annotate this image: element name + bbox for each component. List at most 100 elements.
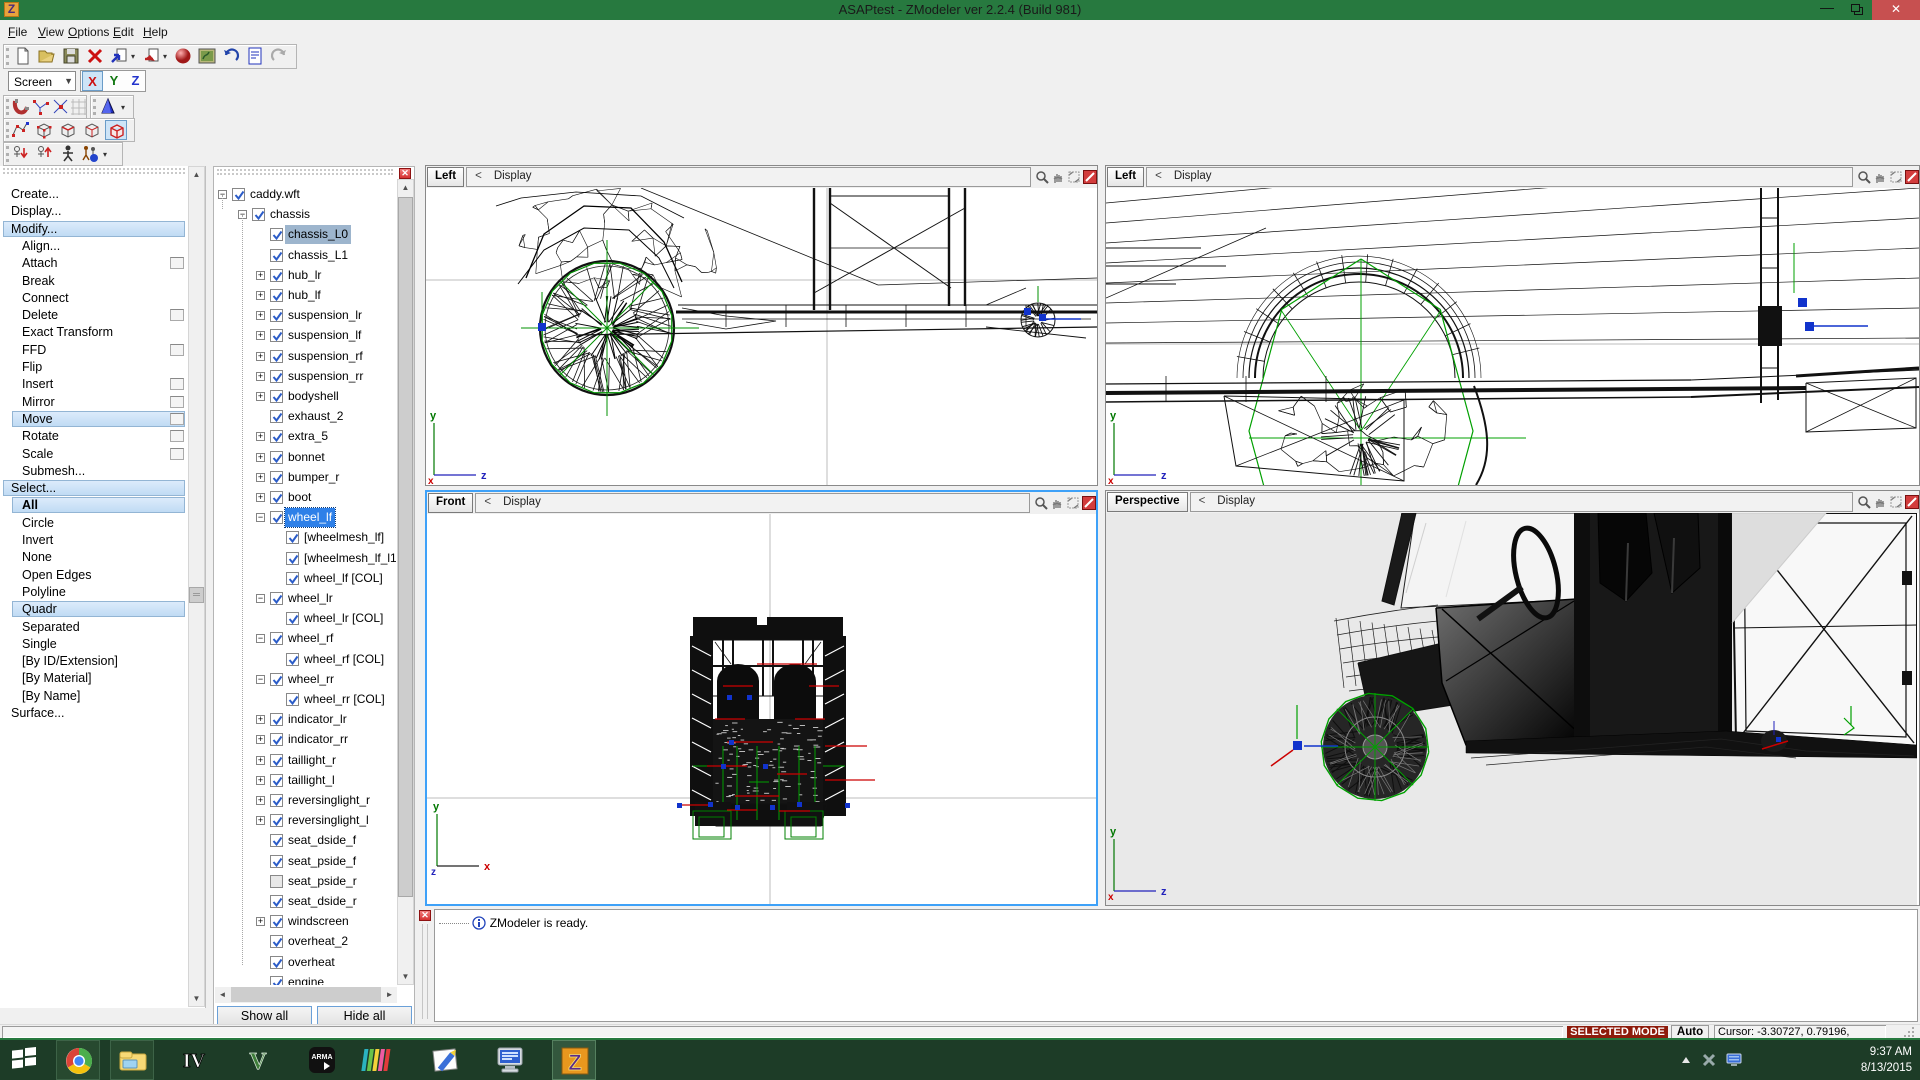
command-attach[interactable]: Attach	[0, 255, 188, 272]
bones-figure-icon[interactable]	[57, 144, 79, 164]
tree-label[interactable]: [wheelmesh_lf_l1]	[301, 549, 396, 568]
tree-checkbox[interactable]	[270, 269, 283, 282]
tree-checkbox[interactable]	[270, 935, 283, 948]
command-polyline[interactable]: Polyline	[0, 584, 188, 601]
pan-hand-icon[interactable]	[1873, 170, 1887, 184]
auto-toggle[interactable]: Auto	[1671, 1025, 1709, 1039]
wireframe-canvas-perspective[interactable]: yzx	[1106, 513, 1917, 905]
option-box[interactable]	[170, 413, 184, 425]
scroll-down-icon[interactable]: ▼	[398, 969, 413, 984]
tray-expand-icon[interactable]	[1680, 1055, 1692, 1065]
tree-label[interactable]: suspension_lr	[285, 306, 365, 325]
tree-expander-icon[interactable]: −	[256, 594, 265, 603]
log-panel-close-icon[interactable]: ✕	[419, 910, 431, 921]
viewport-left-zoom[interactable]: Left <Display yzx	[1105, 165, 1920, 486]
scroll-left-icon[interactable]: ◄	[215, 987, 230, 1002]
tree-expander-icon[interactable]: +	[256, 453, 265, 462]
maximize-button[interactable]	[1842, 0, 1872, 20]
command-exact-transform[interactable]: Exact Transform	[0, 324, 188, 341]
tree-label[interactable]: suspension_rf	[285, 347, 366, 366]
render-mode-icon[interactable]	[1905, 170, 1919, 184]
zoom-icon[interactable]	[1034, 496, 1048, 510]
tree-expander-icon[interactable]: +	[256, 715, 265, 724]
command-select[interactable]: Select...	[0, 480, 188, 497]
tree-checkbox[interactable]	[270, 329, 283, 342]
tree-expander-icon[interactable]: +	[256, 291, 265, 300]
tree-expander-icon[interactable]: +	[256, 917, 265, 926]
tree-expander-icon[interactable]: +	[256, 776, 265, 785]
tree-item-engine[interactable]: engine	[214, 973, 396, 985]
tree-label[interactable]: chassis_L1	[285, 246, 351, 265]
command-insert[interactable]: Insert	[0, 376, 188, 393]
wireframe-canvas-left-zoom[interactable]: yzx	[1106, 188, 1919, 485]
taskbar-gta4-icon[interactable]: IV	[172, 1040, 216, 1080]
tree-checkbox[interactable]	[270, 814, 283, 827]
tree-checkbox[interactable]	[270, 390, 283, 403]
maximize-viewport-icon[interactable]	[1067, 170, 1081, 184]
viewport-tab[interactable]: Front	[428, 493, 473, 513]
texture-browser-icon[interactable]	[196, 46, 218, 66]
viewport-front[interactable]: Front <Display yxz	[425, 490, 1098, 906]
tree-checkbox[interactable]	[270, 350, 283, 363]
taskbar-zmodeler-icon[interactable]: Z	[552, 1040, 596, 1080]
tree-checkbox[interactable]	[270, 451, 283, 464]
minimize-button[interactable]: —	[1812, 0, 1842, 20]
tree-checkbox[interactable]	[286, 612, 299, 625]
tree-label[interactable]: taillight_l	[285, 771, 338, 790]
menu-file[interactable]: File	[2, 21, 33, 43]
menu-edit[interactable]: Edit	[107, 21, 140, 43]
viewport-perspective[interactable]: Perspective <Display yzx	[1105, 490, 1920, 906]
viewport-tab[interactable]: Left	[427, 167, 464, 187]
tray-network-icon[interactable]	[1726, 1053, 1742, 1067]
tree-label[interactable]: suspension_lf	[285, 326, 364, 345]
import-file-icon[interactable]	[108, 46, 130, 66]
command-all[interactable]: All	[0, 497, 188, 514]
tree-label[interactable]: chassis_L0	[285, 225, 351, 244]
material-editor-sphere-icon[interactable]	[172, 46, 194, 66]
tree-label[interactable]: reversinglight_l	[285, 811, 372, 830]
taskbar-gta5-icon[interactable]: V	[236, 1040, 280, 1080]
zoom-icon[interactable]	[1857, 170, 1871, 184]
taskbar-image-editor-icon[interactable]	[424, 1040, 468, 1080]
command-open-edges[interactable]: Open Edges	[0, 567, 188, 584]
scroll-up-icon[interactable]: ▲	[189, 167, 204, 182]
viewport-display-button[interactable]: <Display	[1190, 492, 1853, 512]
viewport-display-button[interactable]: <Display	[1146, 167, 1853, 187]
tree-checkbox[interactable]	[270, 774, 283, 787]
save-icon[interactable]	[60, 46, 82, 66]
edges-level-icon[interactable]	[57, 120, 79, 140]
tree-label[interactable]: overheat	[285, 953, 338, 972]
taskbar-explorer-icon[interactable]	[110, 1040, 154, 1080]
zoom-icon[interactable]	[1035, 170, 1049, 184]
option-box[interactable]	[170, 396, 184, 408]
command-create[interactable]: Create...	[0, 186, 188, 203]
tree-label[interactable]: bonnet	[285, 448, 328, 467]
export-file-icon[interactable]	[140, 46, 162, 66]
axis-z-button[interactable]: Z	[125, 71, 146, 91]
command-by-id-extension[interactable]: [By ID/Extension]	[0, 653, 188, 670]
render-mode-icon[interactable]	[1082, 496, 1096, 510]
maximize-viewport-icon[interactable]	[1066, 496, 1080, 510]
dropdown-arrow-icon[interactable]: ▾	[131, 52, 140, 61]
screen-space-dropdown[interactable]: Screen▼	[8, 71, 76, 91]
tree-expander-icon[interactable]: +	[256, 493, 265, 502]
tree-checkbox[interactable]	[270, 289, 283, 302]
tree-expander-icon[interactable]: +	[256, 352, 265, 361]
tree-expander-icon[interactable]: +	[256, 735, 265, 744]
polyline-mode-icon[interactable]	[9, 120, 31, 140]
option-box[interactable]	[170, 448, 184, 460]
tree-checkbox[interactable]	[286, 552, 299, 565]
start-button[interactable]	[2, 1040, 46, 1080]
tree-checkbox[interactable]	[270, 895, 283, 908]
command-delete[interactable]: Delete	[0, 307, 188, 324]
tree-label[interactable]: seat_dside_f	[285, 831, 359, 850]
tree-label[interactable]: bumper_r	[285, 468, 342, 487]
tree-checkbox[interactable]	[270, 471, 283, 484]
tree-expander-icon[interactable]: +	[256, 816, 265, 825]
option-box[interactable]	[170, 430, 184, 442]
taskbar-remote-desktop-icon[interactable]	[488, 1040, 532, 1080]
tree-checkbox[interactable]	[270, 834, 283, 847]
tree-label[interactable]: exhaust_2	[285, 407, 346, 426]
detach-down-icon[interactable]	[9, 144, 31, 164]
taskbar-arma-icon[interactable]: ARMA	[300, 1040, 344, 1080]
